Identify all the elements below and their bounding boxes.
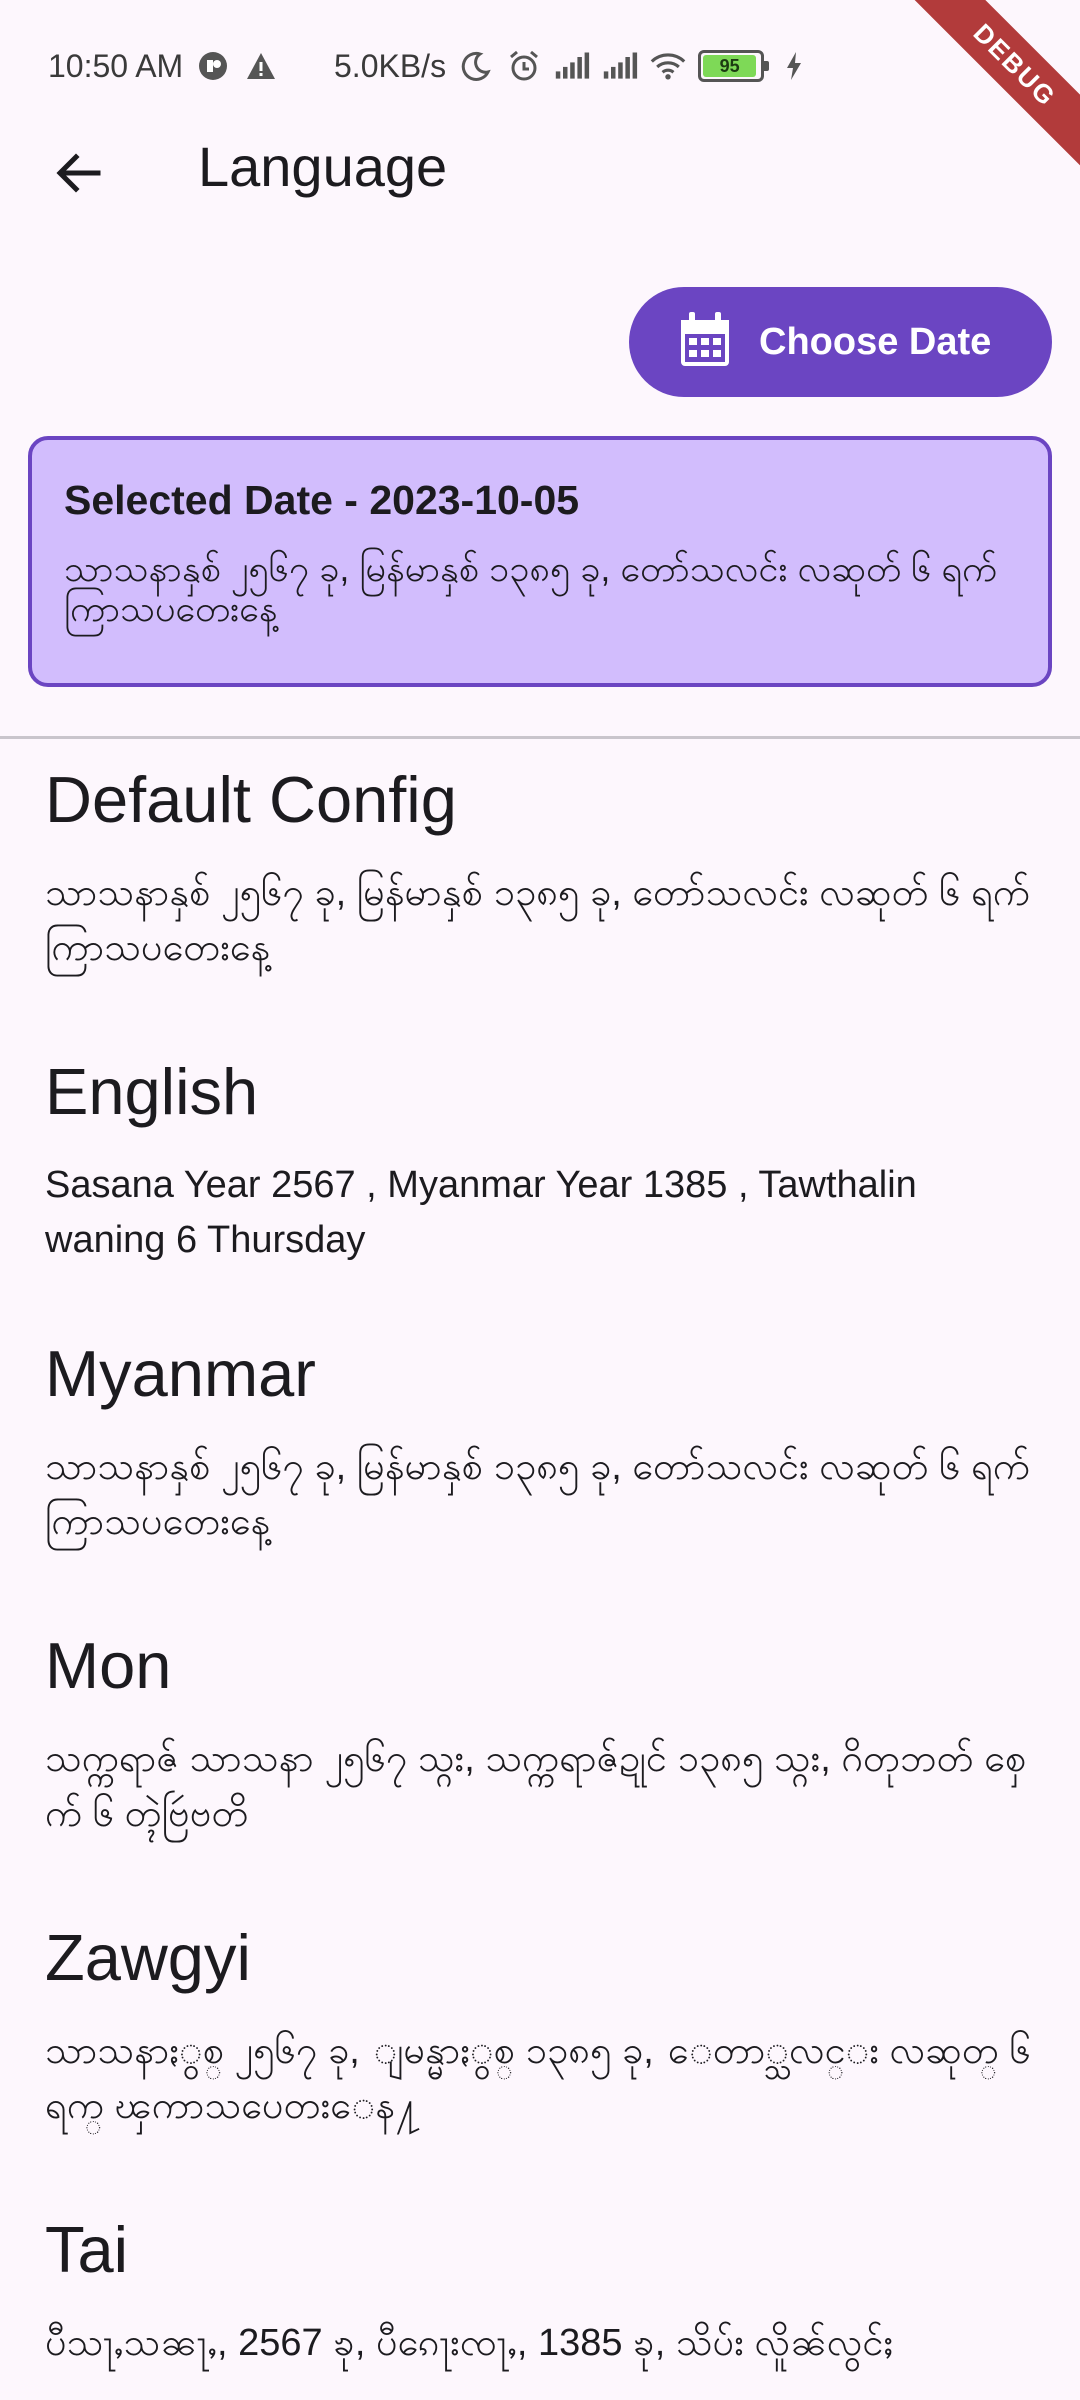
app-bar: Language — [0, 120, 1080, 222]
arrow-back-icon — [52, 147, 104, 204]
language-heading: Mon — [45, 1629, 172, 1702]
status-bar-right: 5.0KB/s 95 — [334, 44, 812, 88]
battery-level: 95 — [703, 55, 757, 77]
choose-date-label: Choose Date — [759, 320, 992, 363]
alarm-icon — [506, 48, 542, 84]
language-text: သက္ကရာဇ် သာသနာ ၂၅၆၇ သ္ဂး, သက္ကရာဇ်ဍုင် ၁… — [45, 1737, 1027, 1835]
status-bar-left: 10:50 AM — [48, 44, 279, 88]
language-text: သာသနာနှစ် ၂၅၆၇ ခု, မြန်မာနှစ် ၁၃၈၅ ခု, တ… — [45, 1445, 1031, 1543]
wifi-icon — [650, 48, 686, 84]
calendar-icon — [679, 311, 731, 373]
net-speed: 5.0KB/s — [334, 47, 447, 84]
status-bar: 10:50 AM 5.0KB/s 95 — [0, 0, 1080, 130]
language-heading: Myanmar — [45, 1337, 316, 1410]
language-heading: Default Config — [45, 763, 457, 836]
warning-icon — [243, 48, 279, 84]
language-text: Sasana Year 2567 , Myanmar Year 1385 , T… — [45, 1163, 917, 1261]
selected-date-title: Selected Date - 2023-10-05 — [64, 477, 580, 523]
language-text: ပီသႃႇသၼႃႇ, 2567 ၶု, ပီၵေႃးၸႃႇ, 1385 ၶု, … — [45, 2321, 894, 2364]
selected-date-card: Selected Date - 2023-10-05 သာသနာနှစ် ၂၅၆… — [28, 436, 1052, 687]
language-heading: Zawgyi — [45, 1921, 251, 1994]
page-title: Language — [198, 135, 448, 198]
signal-icon — [602, 48, 638, 84]
language-heading: Tai — [45, 2213, 129, 2286]
language-section-zawgyi: Zawgyi သာသနာႏွစ္ ၂၅၆၇ ခု, ျမန္မာႏွစ္ ၁၃၈… — [45, 1922, 1045, 2134]
language-section-english: English Sasana Year 2567 , Myanmar Year … — [45, 1056, 1045, 1268]
moon-icon — [458, 48, 494, 84]
language-section-default-config: Default Config သာသနာနှစ် ၂၅၆၇ ခု, မြန်မာ… — [45, 764, 1045, 976]
language-section-myanmar: Myanmar သာသနာနှစ် ၂၅၆၇ ခု, မြန်မာနှစ် ၁၃… — [45, 1338, 1045, 1550]
selected-date-text: သာသနာနှစ် ၂၅၆၇ ခု, မြန်မာနှစ် ၁၃၈၅ ခု, တ… — [64, 548, 998, 629]
charging-icon — [776, 48, 812, 84]
language-text: သာသနာနှစ် ၂၅၆၇ ခု, မြန်မာနှစ် ၁၃၈၅ ခု, တ… — [45, 871, 1031, 969]
signal-icon — [554, 48, 590, 84]
back-button[interactable] — [38, 140, 118, 210]
status-time: 10:50 AM — [48, 47, 184, 84]
language-section-mon: Mon သက္ကရာဇ် သာသနာ ၂၅၆၇ သ္ဂး, သက္ကရာဇ်ဍု… — [45, 1630, 1045, 1842]
language-text: သာသနာႏွစ္ ၂၅၆၇ ခု, ျမန္မာႏွစ္ ၁၃၈၅ ခု, ေ… — [45, 2029, 1031, 2127]
app-notification-icon — [195, 48, 231, 84]
language-heading: English — [45, 1055, 259, 1128]
choose-date-button[interactable]: Choose Date — [629, 287, 1052, 397]
divider — [0, 736, 1080, 739]
language-section-tai: Tai ပီသႃႇသၼႃႇ, 2567 ၶု, ပီၵေႃးၸႃႇ, 1385 … — [45, 2214, 1045, 2371]
battery-icon: 95 — [698, 50, 770, 82]
